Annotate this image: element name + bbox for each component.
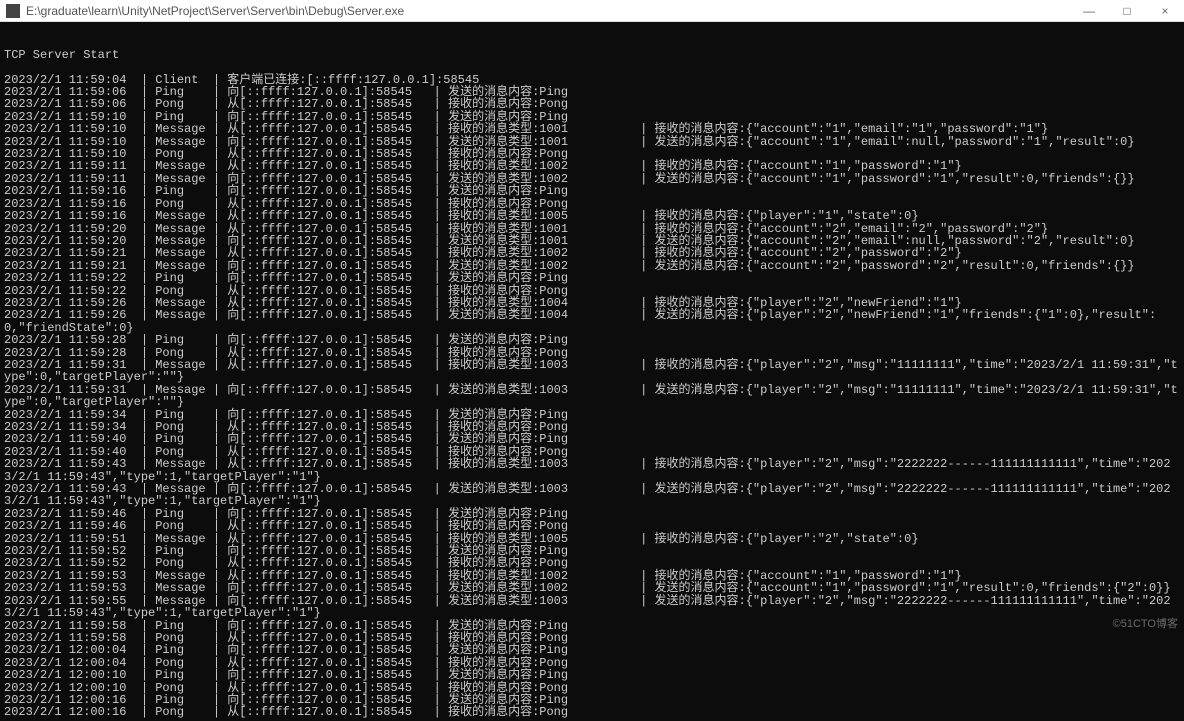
log-line: 2023/2/1 11:59:06 | Pong | 从[::ffff:127.… — [4, 98, 1180, 110]
log-line: 2023/2/1 11:59:22 | Ping | 向[::ffff:127.… — [4, 272, 1180, 284]
log-line: 2023/2/1 12:00:16 | Pong | 从[::ffff:127.… — [4, 706, 1180, 718]
minimize-button[interactable]: — — [1070, 0, 1108, 22]
log-line: 2023/2/1 11:59:16 | Message | 从[::ffff:1… — [4, 210, 1180, 222]
window-title: E:\graduate\learn\Unity\NetProject\Serve… — [26, 4, 404, 18]
log-line: 2023/2/1 12:00:10 | Pong | 从[::ffff:127.… — [4, 682, 1180, 694]
watermark: ©51CTO博客 — [1113, 615, 1178, 631]
log-line: 2023/2/1 11:59:40 | Ping | 向[::ffff:127.… — [4, 433, 1180, 445]
log-line: 2023/2/1 11:59:55 | Message | 向[::ffff:1… — [4, 595, 1180, 620]
log-line: 2023/2/1 11:59:26 | Message | 向[::ffff:1… — [4, 309, 1180, 334]
log-line: 2023/2/1 11:59:43 | Message | 向[::ffff:1… — [4, 483, 1180, 508]
log-line: 2023/2/1 11:59:31 | Message | 向[::ffff:1… — [4, 384, 1180, 409]
log-line: 2023/2/1 12:00:04 | Ping | 向[::ffff:127.… — [4, 644, 1180, 656]
title-bar: E:\graduate\learn\Unity\NetProject\Serve… — [0, 0, 1184, 22]
console-output[interactable]: TCP Server Start 2023/2/1 11:59:04 | Cli… — [0, 22, 1184, 721]
console-header: TCP Server Start — [4, 49, 1180, 61]
log-line: 2023/2/1 12:00:16 | Ping | 向[::ffff:127.… — [4, 694, 1180, 706]
log-line: 2023/2/1 11:59:31 | Message | 从[::ffff:1… — [4, 359, 1180, 384]
log-line: 2023/2/1 11:59:52 | Pong | 从[::ffff:127.… — [4, 557, 1180, 569]
app-icon — [6, 4, 20, 18]
log-line: 2023/2/1 11:59:58 | Pong | 从[::ffff:127.… — [4, 632, 1180, 644]
log-line: 2023/2/1 11:59:11 | Message | 从[::ffff:1… — [4, 160, 1180, 172]
log-line: 2023/2/1 11:59:53 | Message | 向[::ffff:1… — [4, 582, 1180, 594]
log-line: 2023/2/1 11:59:28 | Ping | 向[::ffff:127.… — [4, 334, 1180, 346]
log-line: 2023/2/1 11:59:21 | Message | 从[::ffff:1… — [4, 247, 1180, 259]
close-button[interactable]: × — [1146, 0, 1184, 22]
log-line: 2023/2/1 12:00:10 | Ping | 向[::ffff:127.… — [4, 669, 1180, 681]
log-line: 2023/2/1 12:00:04 | Pong | 从[::ffff:127.… — [4, 657, 1180, 669]
log-line: 2023/2/1 11:59:10 | Message | 从[::ffff:1… — [4, 123, 1180, 135]
log-line: 2023/2/1 11:59:16 | Ping | 向[::ffff:127.… — [4, 185, 1180, 197]
maximize-button[interactable]: □ — [1108, 0, 1146, 22]
log-line: 2023/2/1 11:59:43 | Message | 从[::ffff:1… — [4, 458, 1180, 483]
log-line: 2023/2/1 11:59:46 | Pong | 从[::ffff:127.… — [4, 520, 1180, 532]
